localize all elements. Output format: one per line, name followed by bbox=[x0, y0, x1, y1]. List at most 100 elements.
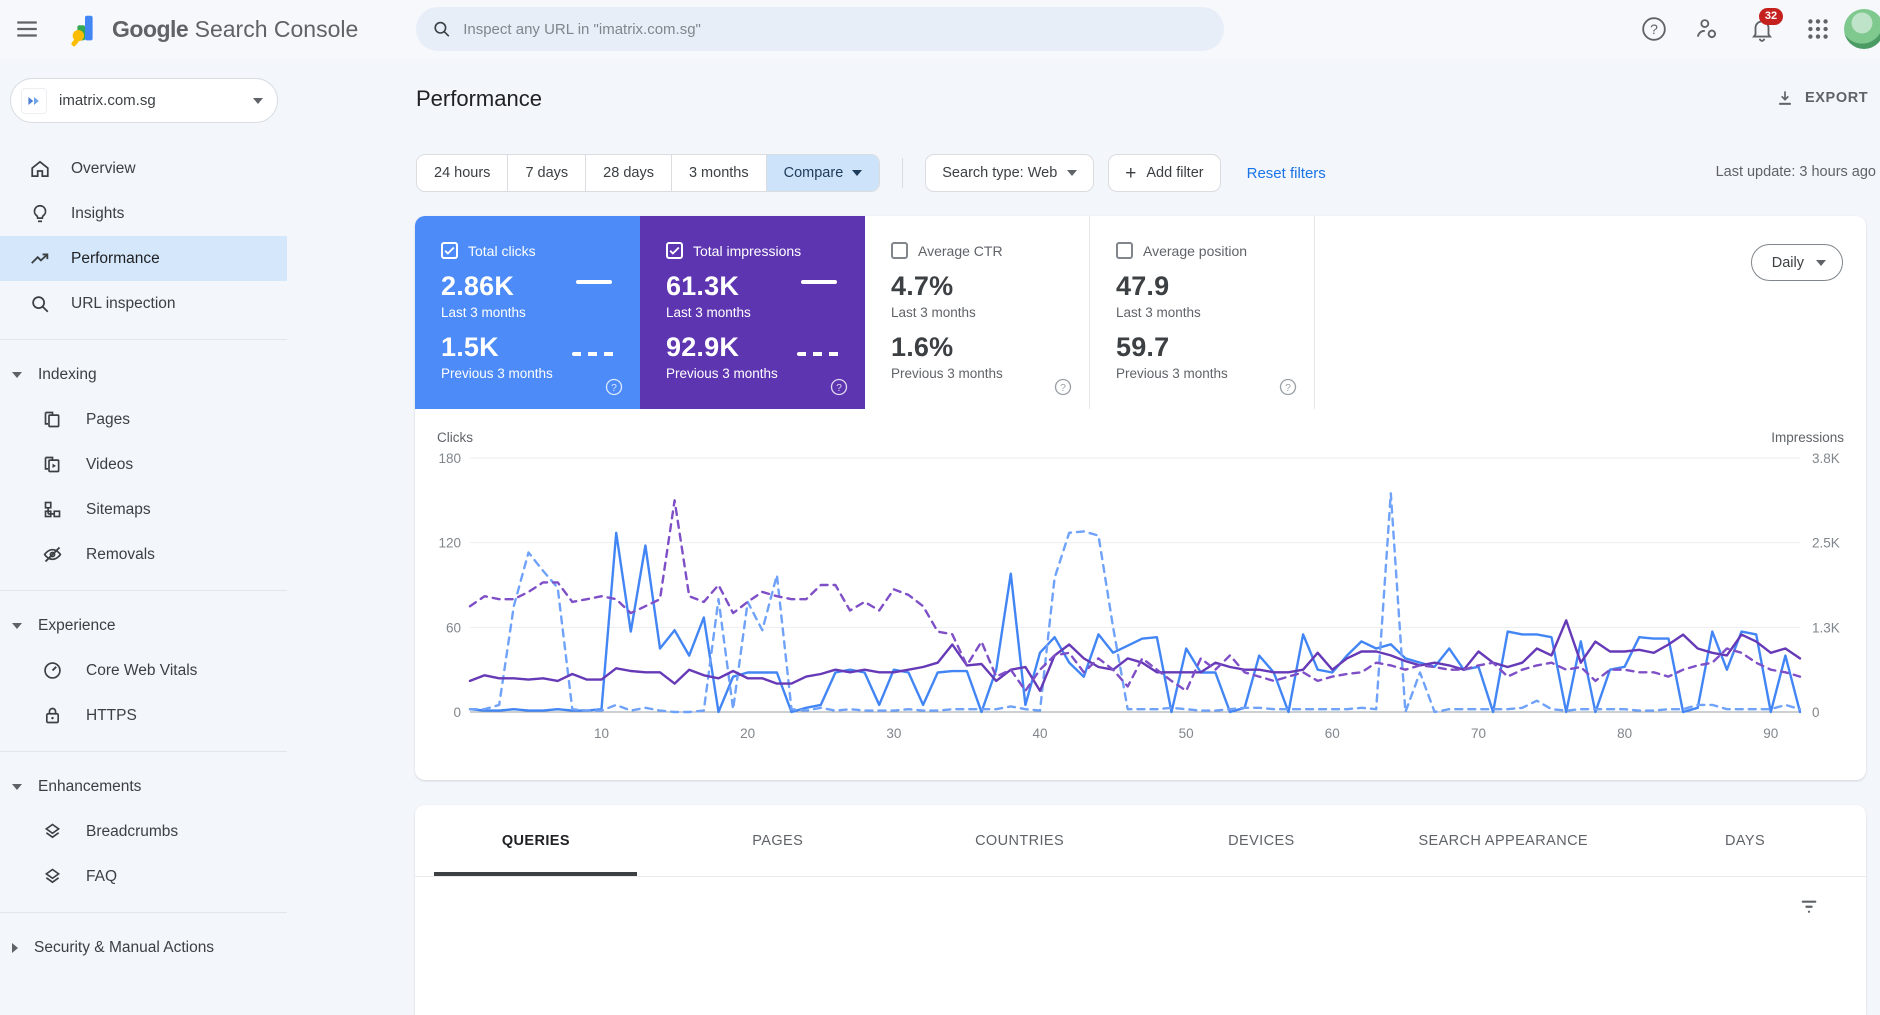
sidebar-section-security-manual-actions[interactable]: Security & Manual Actions bbox=[0, 926, 287, 970]
account-avatar[interactable] bbox=[1844, 9, 1880, 49]
divider bbox=[0, 339, 287, 340]
sidebar-nav: Overview Insights Performance URL inspec… bbox=[0, 146, 287, 970]
svg-text:180: 180 bbox=[438, 451, 461, 466]
url-inspect-input[interactable] bbox=[463, 20, 1208, 38]
help-icon[interactable]: ? bbox=[1053, 377, 1073, 397]
metric-caption-current: Last 3 months bbox=[441, 305, 526, 320]
divider bbox=[902, 158, 904, 188]
add-filter-label: Add filter bbox=[1146, 165, 1204, 181]
sidebar-item-pages[interactable]: Pages bbox=[0, 397, 287, 442]
export-button[interactable]: EXPORT bbox=[1775, 88, 1868, 108]
date-range-28-days[interactable]: 28 days bbox=[586, 155, 672, 191]
granularity-dropdown[interactable]: Daily bbox=[1750, 244, 1843, 281]
help-icon[interactable]: ? bbox=[1278, 377, 1298, 397]
filter-bar: 24 hours 7 days 28 days 3 months Compare… bbox=[416, 154, 1326, 192]
product-name-google: Google bbox=[112, 16, 189, 42]
sidebar-item-faq[interactable]: FAQ bbox=[0, 854, 287, 899]
layers-icon bbox=[42, 866, 63, 887]
checkbox-checked-icon[interactable] bbox=[441, 242, 458, 259]
checkbox-unchecked-icon[interactable] bbox=[891, 242, 908, 259]
google-search-console-app: { "topbar": { "product_name_primary": "G… bbox=[0, 0, 1880, 1015]
filter-funnel-icon[interactable] bbox=[1798, 895, 1822, 919]
metric-tile-total-impressions[interactable]: Total impressions 61.3K Last 3 months 92… bbox=[640, 216, 865, 409]
metric-label: Average CTR bbox=[918, 242, 1003, 259]
svg-text:3.8K: 3.8K bbox=[1812, 451, 1840, 466]
performance-line-chart[interactable]: 0 0 60 1.3K 120 2.5K 180 3.8K 10 20 30 40 50 60 70 80 90… bbox=[435, 430, 1846, 760]
tab-countries[interactable]: COUNTRIES bbox=[899, 805, 1141, 876]
notification-count-badge: 32 bbox=[1759, 8, 1783, 25]
svg-text:20: 20 bbox=[740, 726, 755, 741]
search-type-filter[interactable]: Search type: Web bbox=[925, 154, 1095, 192]
sidebar-item-label: Removals bbox=[86, 545, 155, 563]
metric-tile-average-ctr[interactable]: Average CTR 4.7% Last 3 months 1.6% Prev… bbox=[865, 216, 1090, 409]
sidebar-item-removals[interactable]: Removals bbox=[0, 532, 287, 577]
metric-tile-total-clicks[interactable]: Total clicks 2.86K Last 3 months 1.5K Pr… bbox=[415, 216, 640, 409]
help-icon[interactable]: ? bbox=[1641, 16, 1667, 42]
date-range-group: 24 hours 7 days 28 days 3 months Compare bbox=[416, 154, 881, 192]
search-icon bbox=[434, 21, 450, 37]
svg-text:2.5K: 2.5K bbox=[1812, 536, 1840, 551]
sidebar-section-experience[interactable]: Experience bbox=[0, 604, 287, 648]
metric-value-previous: 1.6% bbox=[891, 332, 954, 362]
date-range-3-months[interactable]: 3 months bbox=[671, 155, 767, 191]
metric-value-previous: 1.5K bbox=[441, 332, 499, 362]
export-label: EXPORT bbox=[1805, 90, 1869, 106]
solid-line-swatch bbox=[801, 280, 837, 284]
property-selector[interactable]: imatrix.com.sg bbox=[10, 78, 278, 123]
date-range-7-days[interactable]: 7 days bbox=[508, 155, 587, 191]
sidebar-item-videos[interactable]: Videos bbox=[0, 442, 287, 487]
help-icon[interactable]: ? bbox=[604, 377, 624, 397]
metric-value-current: 61.3K bbox=[666, 271, 740, 301]
sidebar-item-label: Insights bbox=[71, 204, 125, 222]
product-name-search-console: Search Console bbox=[194, 16, 359, 42]
solid-line-swatch bbox=[576, 280, 612, 284]
sidebar-item-core-web-vitals[interactable]: Core Web Vitals bbox=[0, 648, 287, 693]
sidebar-item-https[interactable]: HTTPS bbox=[0, 693, 287, 738]
sidebar-section-enhancements[interactable]: Enhancements bbox=[0, 765, 287, 809]
apps-grid-icon[interactable] bbox=[1805, 16, 1831, 42]
svg-text:60: 60 bbox=[1325, 726, 1340, 741]
sidebar-item-label: URL inspection bbox=[71, 294, 176, 312]
product-name: Google Search Console bbox=[112, 0, 358, 58]
sidebar-item-url-inspection[interactable]: URL inspection bbox=[0, 281, 287, 326]
sidebar-item-sitemaps[interactable]: Sitemaps bbox=[0, 487, 287, 532]
add-filter-button[interactable]: + Add filter bbox=[1108, 154, 1221, 192]
tab-pages[interactable]: PAGES bbox=[657, 805, 899, 876]
performance-chart-card: Total clicks 2.86K Last 3 months 1.5K Pr… bbox=[415, 216, 1866, 780]
tab-queries[interactable]: QUERIES bbox=[415, 805, 657, 876]
help-icon[interactable]: ? bbox=[829, 377, 849, 397]
svg-text:40: 40 bbox=[1032, 726, 1047, 741]
notifications-bell-icon[interactable]: 32 bbox=[1749, 8, 1783, 42]
date-range-compare[interactable]: Compare bbox=[766, 155, 880, 191]
search-console-logo-icon bbox=[66, 10, 104, 48]
checkbox-unchecked-icon[interactable] bbox=[1116, 242, 1133, 259]
tab-days[interactable]: DAYS bbox=[1624, 805, 1866, 876]
dimensions-table-card: QUERIES PAGES COUNTRIES DEVICES SEARCH A… bbox=[415, 805, 1866, 1015]
sidebar-item-insights[interactable]: Insights bbox=[0, 191, 287, 236]
metric-tile-average-position[interactable]: Average position 47.9 Last 3 months 59.7… bbox=[1090, 216, 1315, 409]
reset-filters-link[interactable]: Reset filters bbox=[1247, 165, 1326, 182]
magnifier-icon bbox=[29, 293, 51, 315]
metric-label: Total impressions bbox=[693, 242, 802, 259]
dimension-tabs: QUERIES PAGES COUNTRIES DEVICES SEARCH A… bbox=[415, 805, 1866, 877]
sidebar-item-label: Breadcrumbs bbox=[86, 822, 179, 840]
table-toolbar bbox=[415, 877, 1866, 937]
tab-search-appearance[interactable]: SEARCH APPEARANCE bbox=[1382, 805, 1624, 876]
sidebar-item-breadcrumbs[interactable]: Breadcrumbs bbox=[0, 809, 287, 854]
divider bbox=[0, 751, 287, 752]
sidebar-item-overview[interactable]: Overview bbox=[0, 146, 287, 191]
tab-devices[interactable]: DEVICES bbox=[1140, 805, 1382, 876]
sidebar-section-indexing[interactable]: Indexing bbox=[0, 353, 287, 397]
sidebar-item-performance[interactable]: Performance bbox=[0, 236, 287, 281]
sidebar-item-label: Videos bbox=[86, 455, 134, 473]
svg-text:80: 80 bbox=[1617, 726, 1632, 741]
url-inspect-searchbar[interactable] bbox=[416, 7, 1224, 51]
svg-text:0: 0 bbox=[1812, 705, 1820, 720]
metric-caption-current: Last 3 months bbox=[891, 305, 976, 320]
date-range-24-hours[interactable]: 24 hours bbox=[417, 155, 509, 191]
search-type-label: Search type: Web bbox=[942, 165, 1058, 181]
user-settings-icon[interactable] bbox=[1694, 16, 1720, 42]
metric-value-current: 2.86K bbox=[441, 271, 515, 301]
checkbox-checked-icon[interactable] bbox=[666, 242, 683, 259]
hamburger-menu-icon[interactable] bbox=[14, 15, 42, 43]
